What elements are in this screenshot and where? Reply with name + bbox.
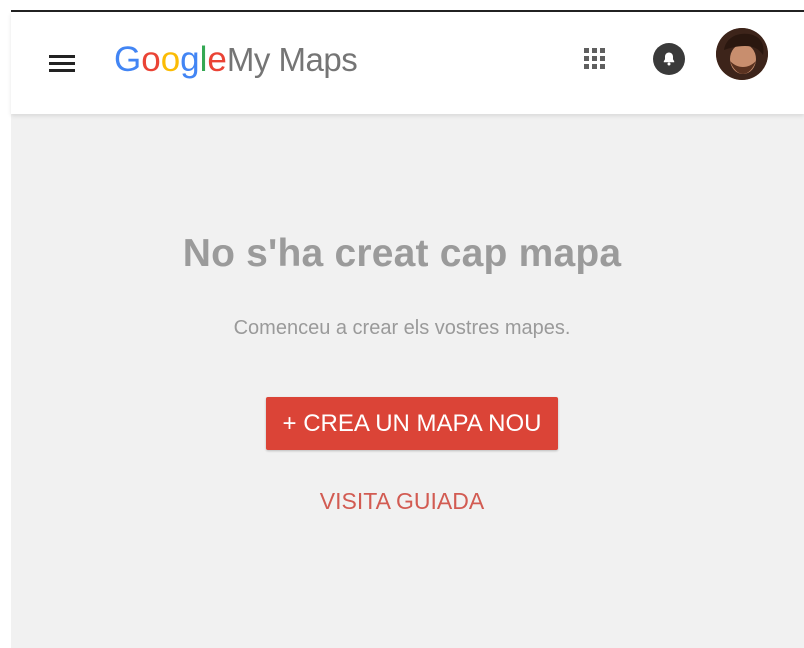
notifications-bell-icon[interactable] (653, 43, 685, 75)
menu-bar (49, 62, 75, 65)
menu-bar (49, 69, 75, 72)
google-my-maps-logo: Google My Maps (114, 38, 358, 82)
google-wordmark: Google (114, 38, 227, 82)
empty-state-title: No s'ha creat cap mapa (182, 232, 622, 275)
apps-dot (584, 56, 589, 61)
profile-photo-icon (716, 28, 768, 80)
apps-dot (592, 48, 597, 53)
app-window: Google My Maps No s'ha creat cap mapa Co… (0, 0, 804, 648)
apps-grid-icon[interactable] (584, 48, 608, 72)
main-content: No s'ha creat cap mapa Comenceu a crear … (11, 114, 804, 648)
app-header: Google My Maps (11, 12, 804, 114)
apps-dot (592, 56, 597, 61)
apps-dot (584, 48, 589, 53)
product-name: My Maps (226, 41, 358, 78)
logo-letter: G (114, 40, 142, 79)
empty-state-subtitle: Comenceu a crear els vostres mapes. (233, 317, 571, 339)
menu-icon[interactable] (49, 52, 75, 72)
user-avatar[interactable] (716, 28, 768, 80)
logo-letter: e (207, 40, 227, 79)
apps-dot (600, 64, 605, 69)
logo-letter: g (180, 40, 200, 79)
apps-dot (584, 64, 589, 69)
apps-dot (600, 56, 605, 61)
apps-dot (600, 48, 605, 53)
apps-dot (592, 64, 597, 69)
logo-letter: o (160, 40, 181, 79)
create-map-button[interactable]: + CREA UN MAPA NOU (266, 397, 558, 450)
bell-icon (663, 52, 675, 66)
guided-tour-link[interactable]: VISITA GUIADA (0, 488, 804, 515)
logo-letter: o (141, 40, 161, 79)
menu-bar (49, 55, 75, 58)
